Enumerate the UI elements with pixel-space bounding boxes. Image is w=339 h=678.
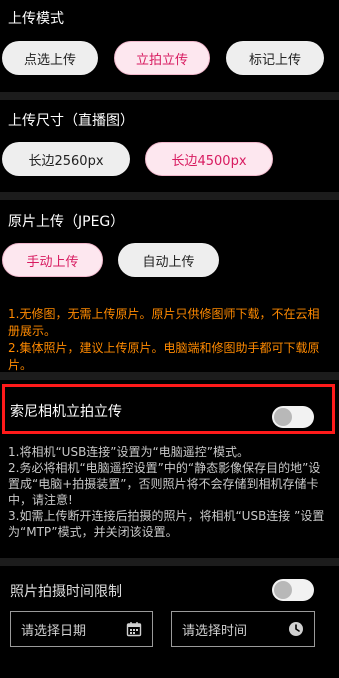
calendar-icon <box>126 621 142 641</box>
original-upload-note: 2.集体照片，建议上传原片。电脑端和修图助手都可下载原片。 <box>8 341 320 372</box>
time-limit-toggle[interactable] <box>272 579 314 601</box>
original-upload-option-manual[interactable]: 手动上传 <box>2 243 103 277</box>
upload-mode-option-mark[interactable]: 标记上传 <box>226 41 324 75</box>
original-upload-notes: 1.无修图，无需上传原片。原片只供修图师下载，不在云相册展示。 2.集体照片，建… <box>8 306 330 374</box>
sony-note: 1.将相机“USB连接”设置为“电脑遥控”模式。 <box>8 445 249 459</box>
time-limit-label: 照片拍摄时间限制 <box>10 584 122 600</box>
upload-mode-option-instant[interactable]: 立拍立传 <box>114 41 210 75</box>
time-picker-field[interactable]: 请选择时间 <box>171 611 315 647</box>
section-divider <box>0 558 339 566</box>
section-divider <box>0 192 339 200</box>
upload-size-title: 上传尺寸（直播图） <box>8 113 134 129</box>
upload-size-option-4500[interactable]: 长边4500px <box>145 142 273 176</box>
sony-instant-upload-label: 索尼相机立拍立传 <box>10 404 122 420</box>
toggle-knob <box>274 581 292 599</box>
date-picker-field[interactable]: 请选择日期 <box>10 611 153 647</box>
toggle-knob <box>274 408 292 426</box>
sony-notes: 1.将相机“USB连接”设置为“电脑遥控”模式。 2.务必将相机“电脑遥控设置”… <box>8 444 330 540</box>
upload-mode-option-tap[interactable]: 点选上传 <box>2 41 98 75</box>
clock-icon <box>288 621 304 641</box>
time-placeholder: 请选择时间 <box>182 623 248 639</box>
upload-size-option-2560[interactable]: 长边2560px <box>2 142 130 176</box>
sony-instant-upload-toggle[interactable] <box>272 406 314 428</box>
original-upload-title: 原片上传（JPEG） <box>8 214 125 230</box>
section-divider <box>0 372 339 380</box>
original-upload-option-auto[interactable]: 自动上传 <box>118 243 219 277</box>
section-divider <box>0 92 339 100</box>
sony-note: 2.务必将相机“电脑遥控设置”中的“静态影像保存目的地”设置成“电脑+拍摄装置”… <box>8 461 321 507</box>
sony-note: 3.如需上传断开连接后拍摄的照片，将相机“USB连接 ”设置为“MTP”模式，并… <box>8 509 325 539</box>
original-upload-note: 1.无修图，无需上传原片。原片只供修图师下载，不在云相册展示。 <box>8 307 320 338</box>
upload-mode-title: 上传模式 <box>8 11 64 27</box>
date-placeholder: 请选择日期 <box>21 623 87 639</box>
